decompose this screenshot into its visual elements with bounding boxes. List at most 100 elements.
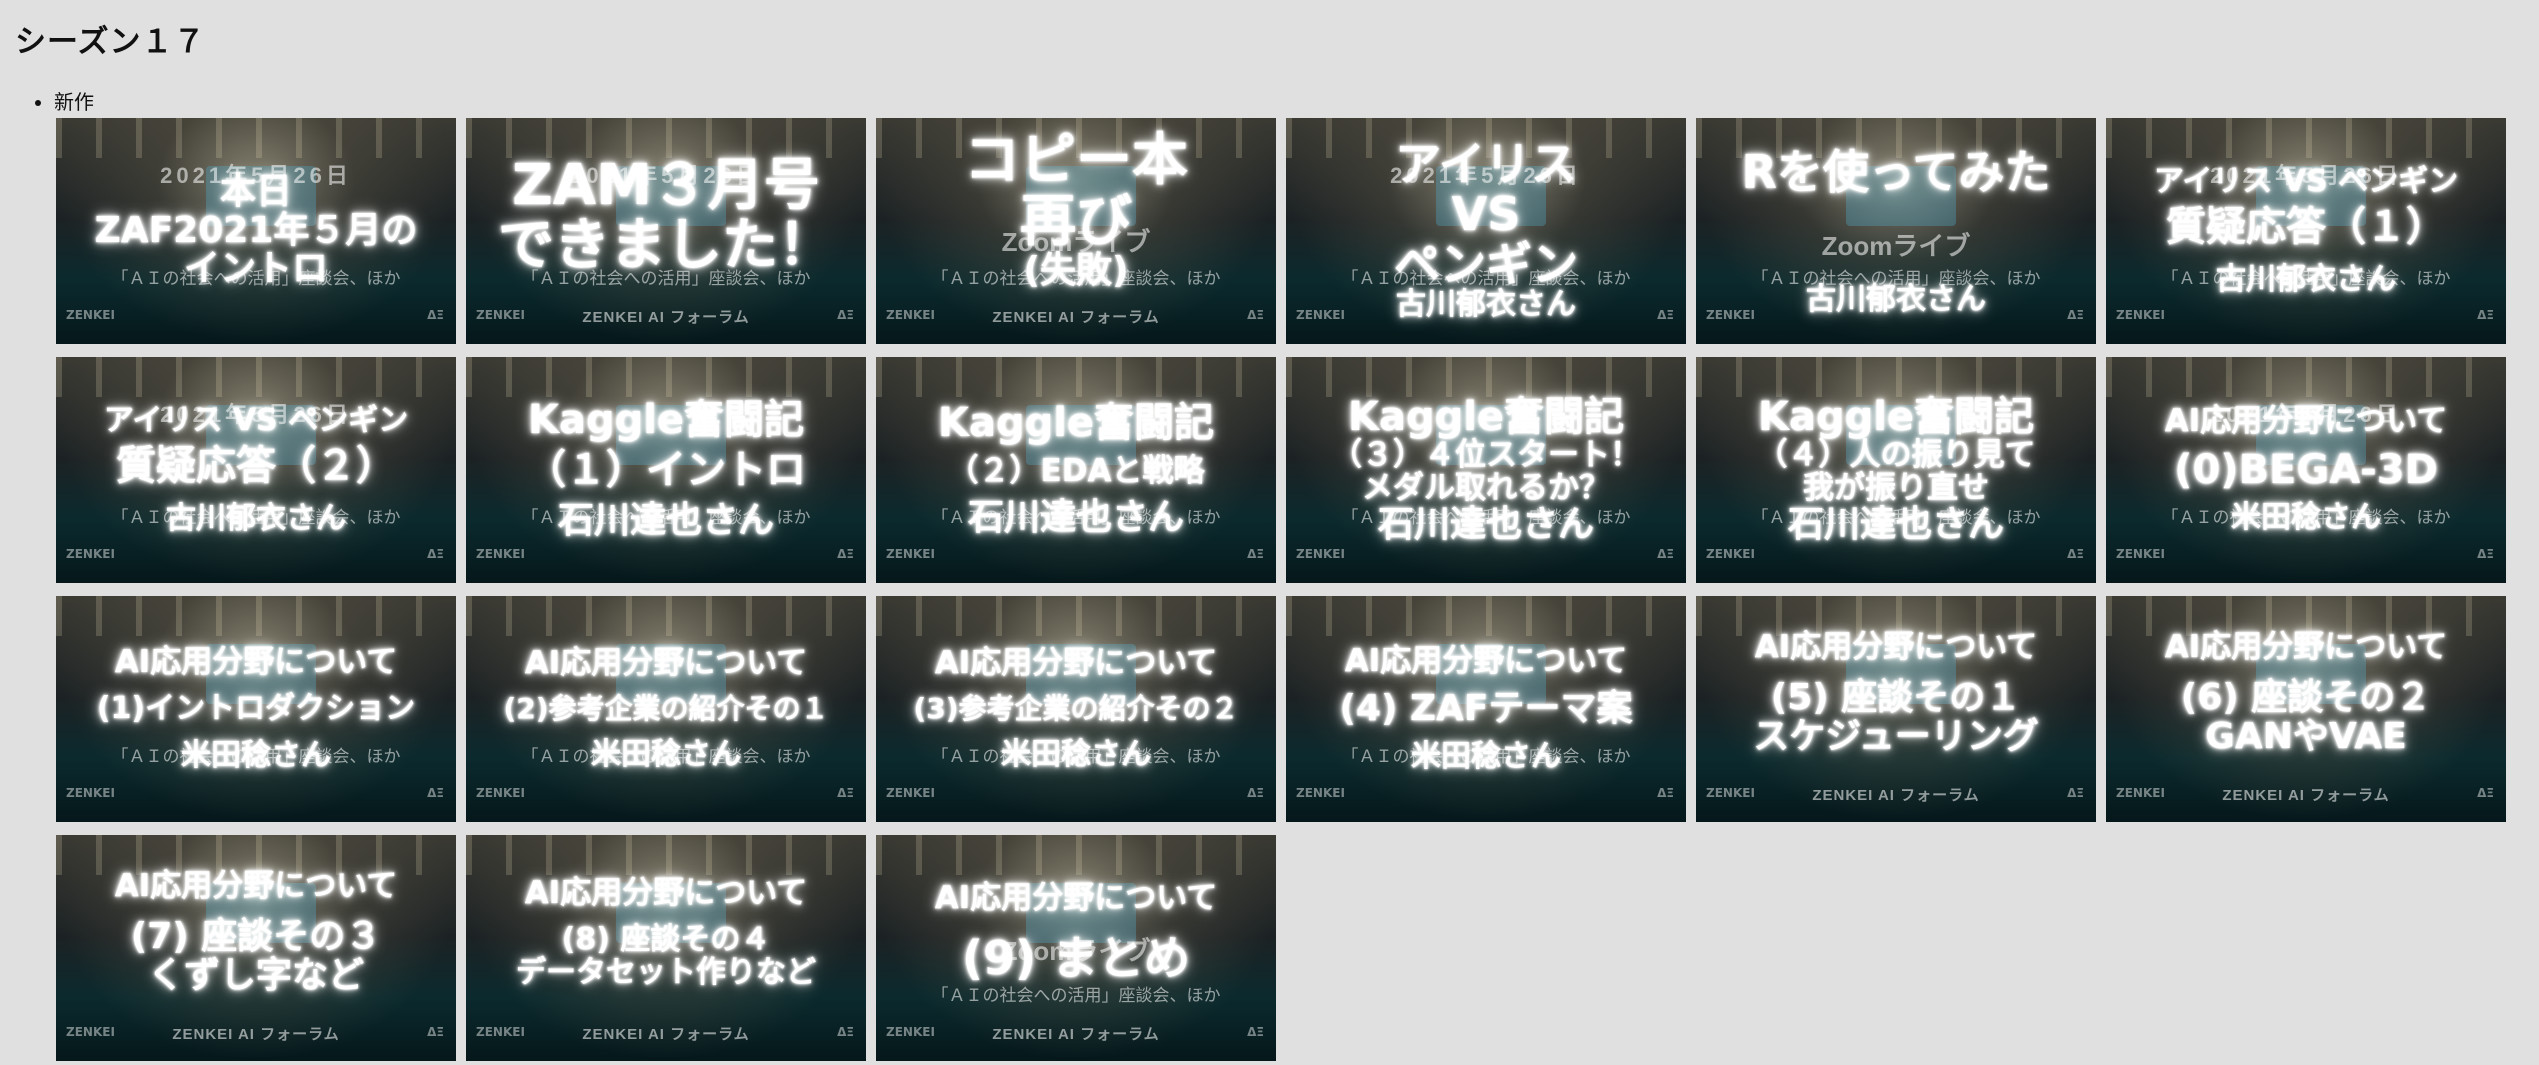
video-thumbnail[interactable]: 「ＡＩの社会への活用」座談会、ほか ZENKEI ΔΞ AI応用分野について (… <box>1286 596 1686 822</box>
video-thumbnail[interactable]: 2021年5月26日 「ＡＩの社会への活用」座談会、ほか ZENKEI ΔΞ ア… <box>56 357 456 583</box>
caption-line: 古川郁衣さん <box>2216 261 2396 297</box>
video-thumbnail[interactable]: ZENKEI AI フォーラム ZENKEI ΔΞ AI応用分野について (7)… <box>56 835 456 1061</box>
caption-line: 本日 <box>219 170 292 212</box>
caption-line: 米田稔さん <box>2231 500 2381 536</box>
caption-line: AI応用分野について <box>934 644 1218 681</box>
thumbnail-caption: 本日 ZAF2021年５月の イントロ <box>56 118 456 344</box>
caption-line: AI応用分野について <box>1754 629 2038 666</box>
caption-line: メダル取れるか？ <box>1362 470 1610 507</box>
caption-line: Kaggle奮闘記 <box>937 400 1215 447</box>
caption-line: ZAF2021年５月の <box>94 209 418 251</box>
caption-line: イントロ <box>183 248 328 290</box>
caption-line: 石川達也さん <box>1787 503 2004 545</box>
thumbnail-caption: アイリス VS ペンギン 質疑応答（２） 古川郁衣さん <box>56 357 456 583</box>
caption-line: Rを使ってみた <box>1741 145 2051 199</box>
thumbnail-caption: AI応用分野について (3)参考企業の紹介その２ 米田稔さん <box>876 596 1276 822</box>
thumbnail-caption: AI応用分野について (6) 座談その２ GANやVAE <box>2106 596 2506 822</box>
caption-line: AI応用分野について <box>1344 642 1628 679</box>
caption-line: Kaggle奮闘記 <box>1757 393 2035 440</box>
video-thumbnail[interactable]: ZENKEI AI フォーラム ZENKEI ΔΞ AI応用分野について (8)… <box>466 835 866 1061</box>
video-thumbnail[interactable]: 2021年5月26日 「ＡＩの社会への活用」座談会、ほか ZENKEI ΔΞ A… <box>2106 357 2506 583</box>
video-thumbnail[interactable]: Zoomライブ 「ＡＩの社会への活用」座談会、ほか ZENKEI AI フォーラ… <box>876 835 1276 1061</box>
caption-line: (4) ZAFテーマ案 <box>1339 688 1633 730</box>
thumbnail-caption: AI応用分野について (0)BEGA-3D 米田稔さん <box>2106 357 2506 583</box>
thumbnail-caption: アイリス VS ペンギン 古川郁衣さん <box>1286 118 1686 344</box>
thumbnail-caption: AI応用分野について (5) 座談その１ スケジューリング <box>1696 596 2096 822</box>
thumbnail-caption: アイリス VS ペンギン 質疑応答（１） 古川郁衣さん <box>2106 118 2506 344</box>
thumbnail-caption: AI応用分野について (1)イントロダクション 米田稔さん <box>56 596 456 822</box>
video-thumbnail[interactable]: 2021年5月26日 「ＡＩの社会への活用」座談会、ほか ZENKEI ΔΞ ア… <box>1286 118 1686 344</box>
caption-line: AI応用分野について <box>524 874 808 911</box>
thumbnail-caption: コピー本 再び (失敗) <box>876 118 1276 344</box>
caption-line: AI応用分野について <box>114 643 398 680</box>
caption-line: 質疑応答（１） <box>2166 204 2446 251</box>
thumbnail-caption: Kaggle奮闘記 （２）EDAと戦略 石川達也さん <box>876 357 1276 583</box>
video-thumbnail[interactable]: Zoomライブ 「ＡＩの社会への活用」座談会、ほか ZENKEI ΔΞ Rを使っ… <box>1696 118 2096 344</box>
thumbnail-caption: Rを使ってみた 古川郁衣さん <box>1696 118 2096 344</box>
thumbnail-caption: AI応用分野について (2)参考企業の紹介その１ 米田稔さん <box>466 596 866 822</box>
caption-line: AI応用分野について <box>2164 629 2448 666</box>
video-thumbnail[interactable]: 「ＡＩの社会への活用」座談会、ほか ZENKEI ΔΞ Kaggle奮闘記 （４… <box>1696 357 2096 583</box>
video-thumbnail[interactable]: 「ＡＩの社会への活用」座談会、ほか ZENKEI ΔΞ Kaggle奮闘記 （３… <box>1286 357 1686 583</box>
video-thumbnail[interactable]: 「ＡＩの社会への活用」座談会、ほか ZENKEI ΔΞ AI応用分野について (… <box>56 596 456 822</box>
caption-line: アイリス VS ペンギン <box>103 403 409 439</box>
caption-line: （４）人の振り見て <box>1756 436 2036 473</box>
caption-line: 石川達也さん <box>1377 503 1594 545</box>
video-thumbnail[interactable]: 「ＡＩの社会への活用」座談会、ほか ZENKEI ΔΞ AI応用分野について (… <box>876 596 1276 822</box>
caption-line: 石川達也さん <box>967 496 1184 538</box>
caption-line: 古川郁衣さん <box>1396 287 1576 323</box>
video-thumbnail[interactable]: 2021年5月26日 「ＡＩの社会への活用」座談会、ほか ZENKEI ΔΞ 本… <box>56 118 456 344</box>
caption-line: ZAM３月号 <box>512 152 820 218</box>
video-thumbnail[interactable]: Zoomライブ 「ＡＩの社会への活用」座談会、ほか ZENKEI AI フォーラ… <box>876 118 1276 344</box>
thumbnail-caption: Kaggle奮闘記 （１）イントロ 石川達也さん <box>466 357 866 583</box>
caption-line: (6) 座談その２ <box>2180 676 2432 718</box>
thumbnail-caption: Kaggle奮闘記 （４）人の振り見て 我が振り直せ 石川達也さん <box>1696 357 2096 583</box>
caption-line: 米田稔さん <box>1411 738 1561 774</box>
video-thumbnail[interactable]: ZENKEI AI フォーラム ZENKEI ΔΞ AI応用分野について (5)… <box>1696 596 2096 822</box>
caption-line: AI応用分野について <box>2164 403 2448 440</box>
caption-line: （１）イントロ <box>526 446 806 493</box>
thumbnail-caption: Kaggle奮闘記 （３）４位スタート！ メダル取れるか？ 石川達也さん <box>1286 357 1686 583</box>
caption-line: (9) まとめ <box>961 930 1191 985</box>
caption-line: (5) 座談その１ <box>1770 676 2022 718</box>
video-thumbnail[interactable]: 「ＡＩの社会への活用」座談会、ほか ZENKEI ΔΞ AI応用分野について (… <box>466 596 866 822</box>
page: シーズン１７ 新作 2021年5月26日 「ＡＩの社会への活用」座談会、ほか Z… <box>0 0 2539 1065</box>
caption-line: VS <box>1451 186 1521 241</box>
video-thumbnail[interactable]: 2021年5月26日 「ＡＩの社会への活用」座談会、ほか ZENKEI AI フ… <box>466 118 866 344</box>
caption-line: (3)参考企業の紹介その２ <box>913 692 1239 726</box>
caption-line: AI応用分野について <box>524 644 808 681</box>
caption-line: アイリス <box>1395 137 1577 192</box>
thumbnail-caption: AI応用分野について (9) まとめ <box>876 835 1276 1061</box>
caption-line: できました！ <box>498 213 834 278</box>
video-thumbnail[interactable]: 「ＡＩの社会への活用」座談会、ほか ZENKEI ΔΞ Kaggle奮闘記 （１… <box>466 357 866 583</box>
video-grid: 2021年5月26日 「ＡＩの社会への活用」座談会、ほか ZENKEI ΔΞ 本… <box>56 118 2506 1061</box>
video-thumbnail[interactable]: 「ＡＩの社会への活用」座談会、ほか ZENKEI ΔΞ Kaggle奮闘記 （２… <box>876 357 1276 583</box>
category-list: 新作 <box>0 86 94 115</box>
caption-line: 我が振り直せ <box>1803 470 1989 507</box>
caption-line: (失敗) <box>1023 250 1129 292</box>
caption-line: Kaggle奮闘記 <box>1347 393 1625 440</box>
caption-line: 米田稔さん <box>1001 736 1151 772</box>
caption-line: Kaggle奮闘記 <box>527 397 805 444</box>
video-thumbnail[interactable]: 2021年5月26日 「ＡＩの社会への活用」座談会、ほか ZENKEI ΔΞ ア… <box>2106 118 2506 344</box>
caption-line: ペンギン <box>1394 236 1578 291</box>
caption-line: 古川郁衣さん <box>1806 281 1986 317</box>
thumbnail-caption: AI応用分野について (7) 座談その３ くずし字など <box>56 835 456 1061</box>
caption-line: （２）EDAと戦略 <box>947 453 1205 490</box>
caption-line: (0)BEGA-3D <box>2174 446 2438 493</box>
caption-line: スケジューリング <box>1753 715 2039 757</box>
caption-line: (7) 座談その３ <box>130 915 382 957</box>
caption-line: (2)参考企業の紹介その１ <box>503 692 829 726</box>
caption-line: くずし字など <box>147 954 364 996</box>
caption-line: データセット作りなど <box>516 954 816 990</box>
caption-line: 古川郁衣さん <box>166 500 346 536</box>
caption-line: アイリス VS ペンギン <box>2153 164 2459 200</box>
caption-line: AI応用分野について <box>934 880 1218 917</box>
caption-line: AI応用分野について <box>114 868 398 905</box>
caption-line: 質疑応答（２） <box>116 443 396 490</box>
thumbnail-caption: AI応用分野について (4) ZAFテーマ案 米田稔さん <box>1286 596 1686 822</box>
video-thumbnail[interactable]: ZENKEI AI フォーラム ZENKEI ΔΞ AI応用分野について (6)… <box>2106 596 2506 822</box>
caption-line: 米田稔さん <box>181 737 331 773</box>
caption-line: GANやVAE <box>2205 715 2407 757</box>
caption-line: 再び <box>1020 188 1132 254</box>
